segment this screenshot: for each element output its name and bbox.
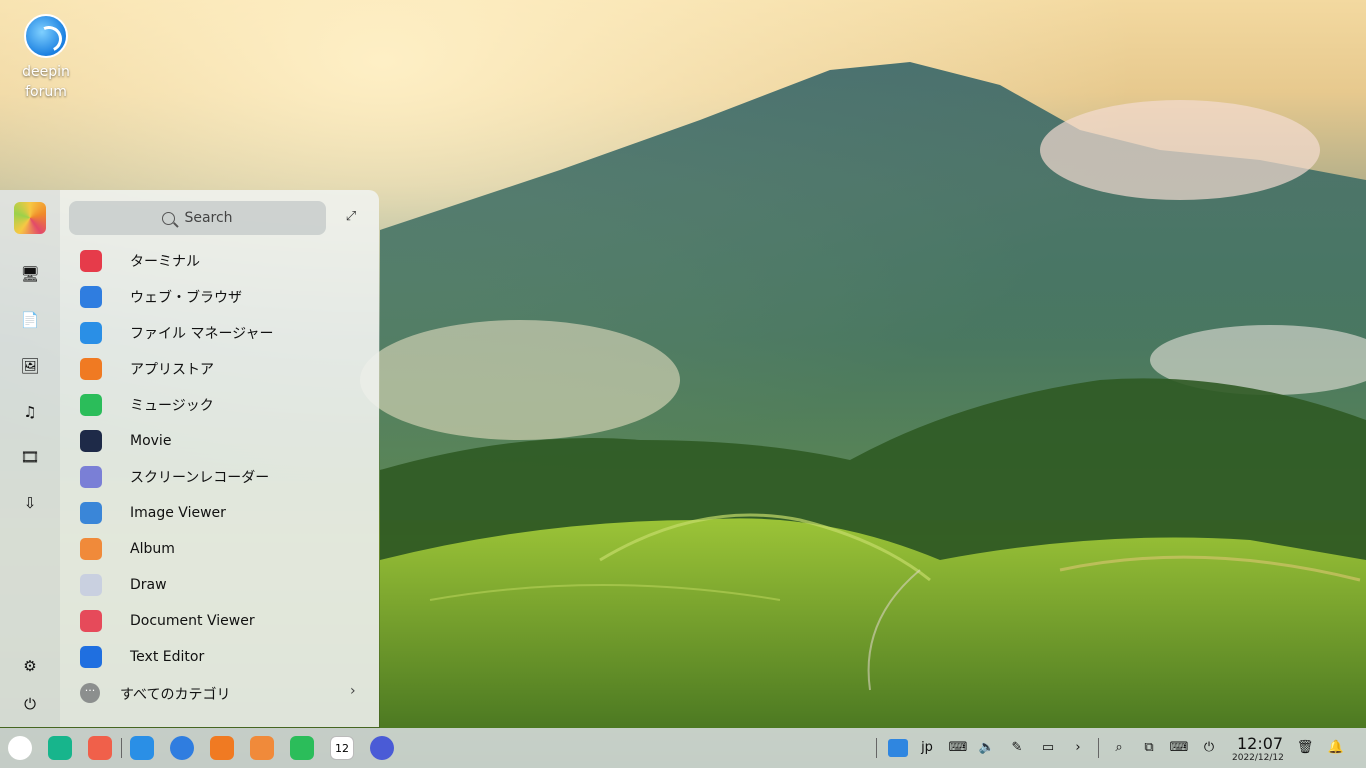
document-viewer-icon xyxy=(80,610,102,632)
dock: 12 jp ⌨ 🔈 ✎ ▭ › ⌕ ⧉ ⌨ ⏻ 12:07 2022/12/12… xyxy=(0,728,1366,768)
draw-icon xyxy=(80,574,102,596)
movie-icon xyxy=(80,430,102,452)
screenshot-icon[interactable] xyxy=(888,739,908,757)
trash-icon[interactable]: 🗑 xyxy=(1295,738,1315,758)
dock-workspace-icon[interactable] xyxy=(88,736,112,760)
dock-launcher-icon[interactable] xyxy=(8,736,32,760)
dock-file-manager-icon[interactable] xyxy=(130,736,154,760)
dock-separator xyxy=(121,738,122,758)
tray-separator xyxy=(876,738,877,758)
launcher-sidebar: 🖥 📄 🖼 ♫ 🎞 ⇩ ⚙ ⏻ xyxy=(0,190,60,727)
music-icon xyxy=(80,394,102,416)
dock-music-icon[interactable] xyxy=(290,736,314,760)
app-item-label: Album xyxy=(130,541,175,557)
shutdown-icon[interactable]: ⏻ xyxy=(1199,738,1219,758)
app-item-label: スクリーンレコーダー xyxy=(130,470,270,486)
dock-calendar-icon[interactable]: 12 xyxy=(330,736,354,760)
power-icon[interactable]: ⏻ xyxy=(18,692,42,716)
search-icon xyxy=(162,211,176,225)
launcher-main: Search ⤢ ターミナルウェブ・ブラウザファイル マネージャー アプリストアミ… xyxy=(60,190,379,727)
screen-recorder-icon xyxy=(80,466,102,488)
volume-icon[interactable]: 🔈 xyxy=(977,738,997,758)
text-editor-icon xyxy=(80,646,102,668)
input-method-indicator[interactable]: jp xyxy=(916,738,938,758)
all-categories-label: すべてのカテゴリ xyxy=(120,687,231,703)
deepin-logo-icon xyxy=(24,14,68,58)
desktop-icon-label-line2: forum xyxy=(25,84,67,100)
desktop-icon-deepin-forum[interactable]: deepin forum xyxy=(14,12,78,102)
app-item[interactable]: Image Viewer xyxy=(60,495,379,531)
app-item-label: ファイル マネージャー xyxy=(130,326,274,342)
app-item-label: ウェブ・ブラウザ xyxy=(130,290,242,306)
terminal-icon xyxy=(80,250,102,272)
search-input[interactable]: Search xyxy=(69,201,326,235)
notification-icon[interactable]: 🔔 xyxy=(1326,738,1346,758)
more-icon: ··· xyxy=(80,683,100,703)
app-item[interactable]: ターミナル xyxy=(60,243,379,279)
album-icon xyxy=(80,538,102,560)
dock-app-store-icon[interactable] xyxy=(210,736,234,760)
settings-icon[interactable]: ⚙ xyxy=(18,654,42,678)
app-item-label: Text Editor xyxy=(130,649,205,665)
dock-album-icon[interactable] xyxy=(250,736,274,760)
picture-icon[interactable]: 🖼 xyxy=(18,354,42,378)
app-item-label: アプリストア xyxy=(130,362,214,378)
dock-multitask-view-icon[interactable] xyxy=(48,736,72,760)
app-item[interactable]: ミュージック xyxy=(60,387,379,423)
app-item-label: Draw xyxy=(130,577,167,593)
app-item-label: Document Viewer xyxy=(130,613,255,629)
app-item-label: ミュージック xyxy=(130,398,214,414)
chevron-right-icon[interactable]: › xyxy=(1068,738,1088,758)
desktop-icon-label-line1: deepin xyxy=(22,64,70,80)
pen-icon[interactable]: ✎ xyxy=(1007,738,1027,758)
app-item[interactable]: Text Editor xyxy=(60,639,379,675)
chevron-right-icon: › xyxy=(350,683,356,699)
search-icon[interactable]: ⌕ xyxy=(1109,738,1129,758)
browser-icon xyxy=(80,286,102,308)
app-item[interactable]: Movie xyxy=(60,423,379,459)
user-avatar[interactable] xyxy=(14,202,46,234)
app-item-label: ターミナル xyxy=(130,254,200,270)
music-note-icon[interactable]: ♫ xyxy=(18,400,42,424)
dock-control-center-icon[interactable] xyxy=(370,736,394,760)
video-icon[interactable]: 🎞 xyxy=(18,445,42,469)
dock-browser-icon[interactable] xyxy=(170,736,194,760)
download-icon[interactable]: ⇩ xyxy=(18,491,42,515)
app-item[interactable]: ウェブ・ブラウザ xyxy=(60,279,379,315)
app-item[interactable]: Document Viewer xyxy=(60,603,379,639)
battery-icon[interactable]: ▭ xyxy=(1037,738,1059,758)
app-store-icon xyxy=(80,358,102,380)
app-item[interactable]: Album xyxy=(60,531,379,567)
all-categories-item[interactable]: ··· すべてのカテゴリ › xyxy=(60,675,379,711)
file-manager-icon xyxy=(80,322,102,344)
app-item-label: Image Viewer xyxy=(130,505,226,521)
document-icon[interactable]: 📄 xyxy=(18,308,42,332)
tray-separator-2 xyxy=(1098,738,1099,758)
clock-date[interactable]: 2022/12/12 xyxy=(1232,753,1284,763)
app-item[interactable]: アプリストア xyxy=(60,351,379,387)
app-item[interactable]: スクリーンレコーダー xyxy=(60,459,379,495)
onscreen-keyboard-icon[interactable]: ⌨ xyxy=(1169,738,1189,758)
app-item[interactable]: Draw xyxy=(60,567,379,603)
app-item[interactable]: ファイル マネージャー xyxy=(60,315,379,351)
search-placeholder: Search xyxy=(184,210,233,226)
app-item-label: Movie xyxy=(130,433,172,449)
computer-icon[interactable]: 🖥 xyxy=(18,262,42,286)
app-launcher: 🖥 📄 🖼 ♫ 🎞 ⇩ ⚙ ⏻ Search ⤢ ターミナルウェブ・ブラウザファ… xyxy=(0,190,379,727)
keyboard-icon[interactable]: ⌨ xyxy=(948,738,968,758)
fullscreen-toggle-icon[interactable]: ⤢ xyxy=(343,209,359,225)
clock-time[interactable]: 12:07 xyxy=(1237,734,1283,753)
crop-icon[interactable]: ⧉ xyxy=(1139,738,1159,758)
image-viewer-icon xyxy=(80,502,102,524)
